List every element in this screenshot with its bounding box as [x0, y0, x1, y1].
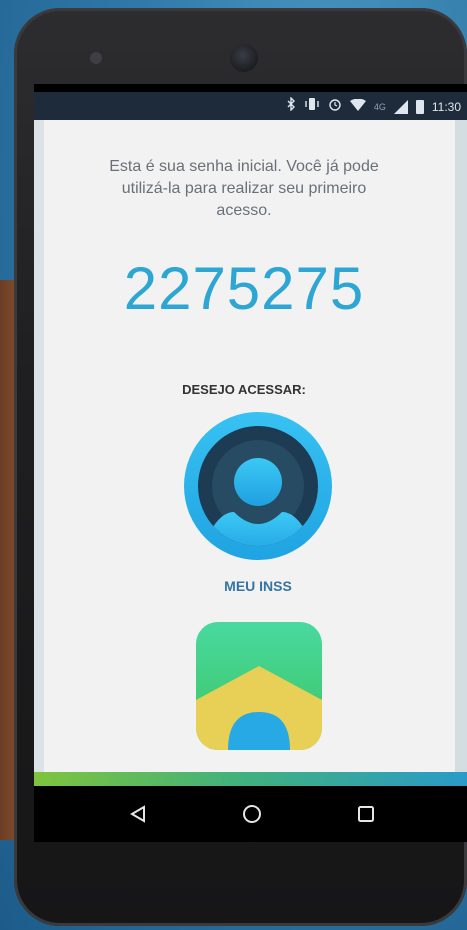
second-app-icon[interactable] [196, 622, 322, 750]
phone-device: 4G 11:30 Esta é sua senha inicial. Você … [14, 8, 467, 926]
home-button[interactable] [230, 794, 274, 834]
recents-button[interactable] [344, 794, 388, 834]
nav-bar [34, 786, 467, 842]
wifi-icon [349, 98, 366, 116]
home-icon [243, 805, 261, 823]
meu-inss-app-icon[interactable] [184, 412, 332, 560]
battery-icon [415, 99, 424, 114]
phone-screen: 4G 11:30 Esta é sua senha inicial. Você … [34, 84, 467, 842]
back-button[interactable] [116, 794, 160, 834]
signal-icon [393, 99, 408, 114]
app-content: Esta é sua senha inicial. Você já pode u… [34, 120, 467, 772]
password-code: 2275275 [123, 255, 365, 322]
back-icon [130, 805, 145, 823]
status-icons: 4G 11:30 [286, 96, 461, 116]
bluetooth-icon [286, 96, 296, 116]
accent-bar [34, 772, 467, 786]
intro-text: Esta é sua senha inicial. Você já pode u… [109, 158, 379, 219]
vibrate-icon [304, 97, 320, 116]
network-type-label: 4G [373, 101, 386, 112]
alarm-icon [328, 97, 342, 116]
status-time: 11:30 [431, 99, 461, 114]
meu-inss-label[interactable]: MEU INSS [34, 578, 467, 594]
front-camera [230, 44, 258, 72]
recents-icon [358, 806, 374, 822]
status-bar: 4G 11:30 [34, 92, 467, 120]
access-label: DESEJO ACESSAR: [182, 382, 306, 397]
sensor-dot [90, 52, 102, 64]
